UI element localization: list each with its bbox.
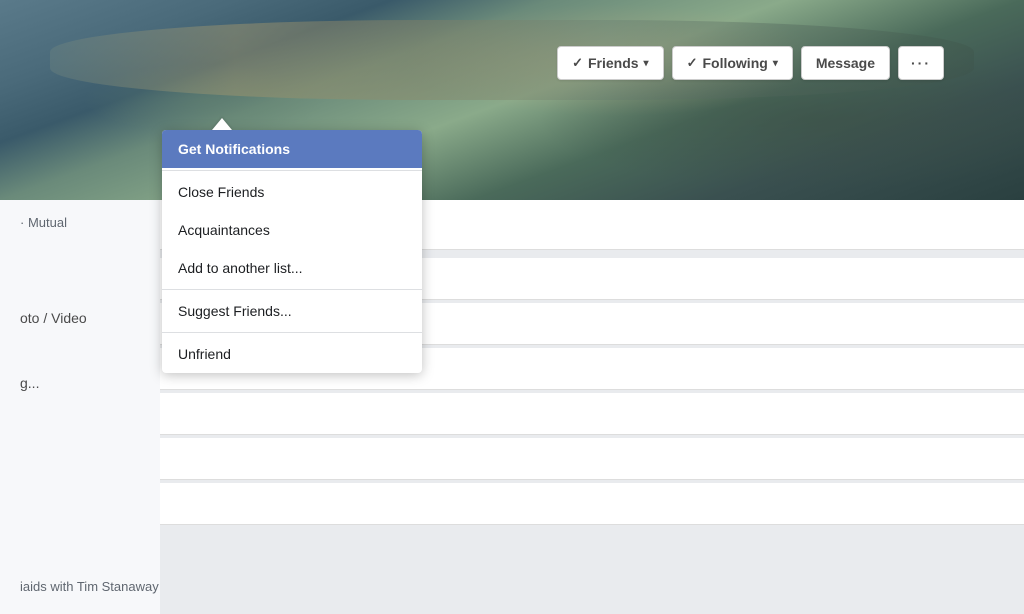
- profile-area: · Mutual oto / Video g...: [0, 200, 1024, 614]
- following-check-icon: ✓: [687, 55, 698, 71]
- dropdown-arrow: [212, 118, 232, 130]
- mutual-label: · Mutual: [20, 215, 67, 230]
- divider-divider-2: [162, 289, 422, 290]
- divider-divider-1: [162, 170, 422, 171]
- dropdown-item-suggest-friends[interactable]: Suggest Friends...: [162, 292, 422, 330]
- more-button-label: ···: [911, 55, 931, 71]
- dropdown-item-unfriend[interactable]: Unfriend: [162, 335, 422, 373]
- message-button[interactable]: Message: [801, 46, 890, 80]
- dropdown-menu: Get Notifications Close FriendsAcquaintan…: [162, 130, 422, 373]
- following-arrow-icon: ▾: [773, 58, 778, 69]
- dropdown-item-acquaintances[interactable]: Acquaintances: [162, 211, 422, 249]
- friends-dropdown: Get Notifications Close FriendsAcquaintan…: [162, 118, 422, 373]
- following-button-label: Following: [702, 55, 767, 71]
- photo-video-label: oto / Video: [20, 310, 87, 326]
- cover-photo: [0, 0, 1024, 200]
- action-bar: ✓ Friends ▾ ✓ Following ▾ Message ···: [557, 46, 944, 80]
- message-button-label: Message: [816, 55, 875, 71]
- friends-button[interactable]: ✓ Friends ▾: [557, 46, 664, 80]
- bottom-text: iaids with Tim Stanaway: [20, 579, 159, 594]
- following-button[interactable]: ✓ Following ▾: [672, 46, 793, 80]
- friends-button-label: Friends: [588, 55, 639, 71]
- more-button[interactable]: ···: [898, 46, 944, 80]
- dropdown-item-get-notifications[interactable]: Get Notifications: [162, 130, 422, 168]
- dropdown-item-add-to-list[interactable]: Add to another list...: [162, 249, 422, 287]
- friends-arrow-icon: ▾: [644, 58, 649, 69]
- dropdown-item-close-friends[interactable]: Close Friends: [162, 173, 422, 211]
- typing-label: g...: [20, 375, 39, 391]
- divider-divider-3: [162, 332, 422, 333]
- friends-check-icon: ✓: [572, 55, 583, 71]
